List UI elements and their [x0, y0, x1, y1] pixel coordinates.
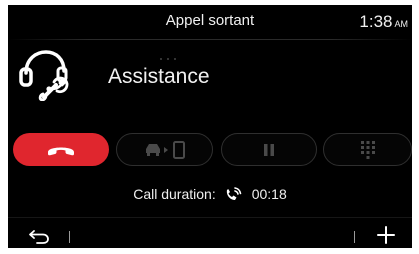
left-separator [69, 231, 70, 243]
pause-icon [264, 143, 274, 156]
right-separator [354, 231, 355, 243]
transfer-to-phone-button[interactable] [116, 133, 213, 166]
top-bar: Appel sortant 1:38 AM [8, 5, 412, 39]
top-divider [8, 39, 412, 40]
clock-time: 1:38 [359, 12, 393, 31]
car-to-phone-icon [145, 140, 185, 159]
plus-icon[interactable] [376, 225, 396, 245]
page-indicator-dots [160, 47, 181, 65]
keypad-button[interactable] [323, 133, 412, 166]
contact-name: Assistance [108, 65, 210, 88]
hold-button[interactable] [221, 133, 317, 166]
bottom-divider [8, 217, 412, 218]
headset-wrench-icon [19, 50, 69, 101]
keypad-icon [360, 140, 375, 159]
call-duration-value: 00:18 [251, 186, 287, 202]
back-icon[interactable] [28, 228, 50, 244]
call-duration: Call duration: 00:18 [8, 186, 412, 202]
phone-screen: Appel sortant 1:38 AM Assistance Call du… [8, 5, 412, 248]
phone-hangup-icon [48, 147, 74, 155]
clock-ampm: AM [394, 19, 409, 29]
call-duration-label: Call duration: [133, 186, 216, 202]
screen-title: Appel sortant [165, 12, 255, 29]
phone-ringing-icon [226, 187, 242, 200]
hang-up-button[interactable] [13, 133, 109, 166]
clock: 1:38 AM [359, 12, 408, 32]
